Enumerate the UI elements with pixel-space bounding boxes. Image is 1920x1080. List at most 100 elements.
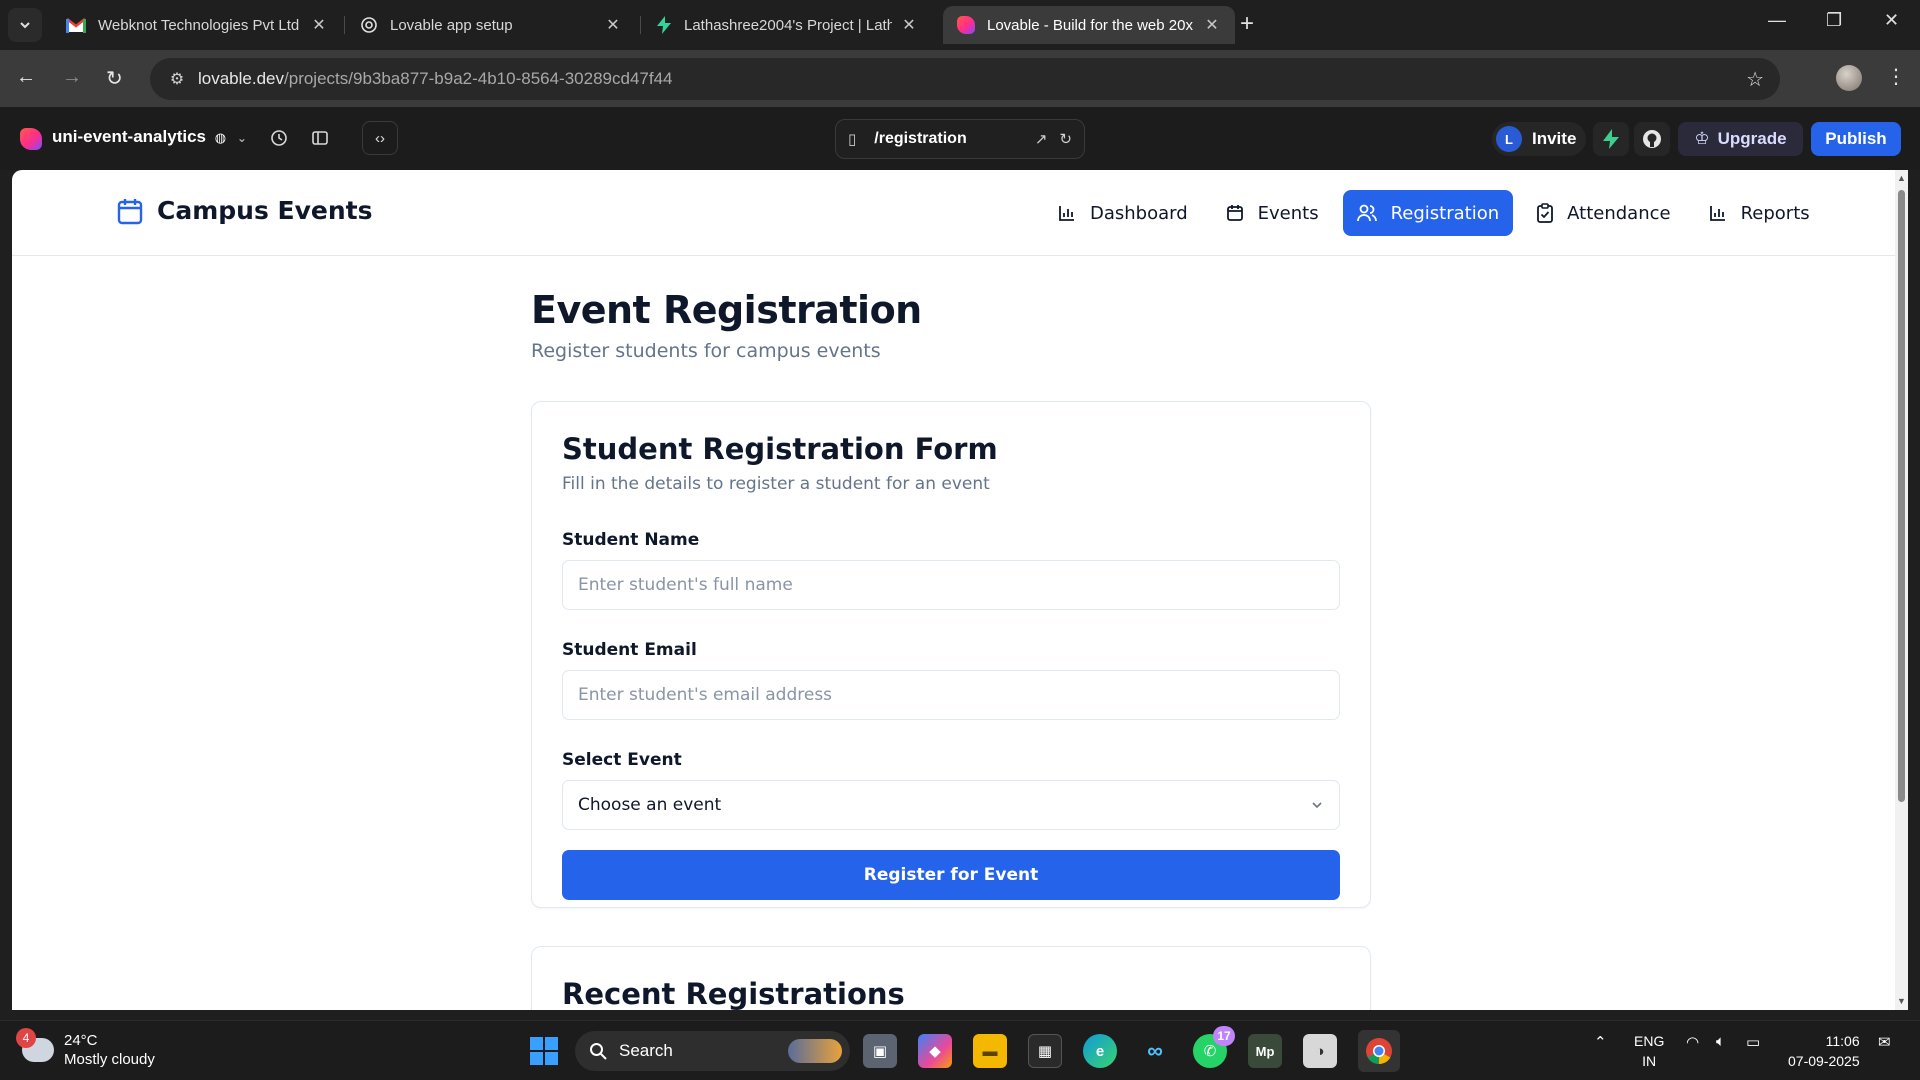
scroll-up-icon[interactable]: ▲: [1897, 173, 1906, 183]
calendar-icon: [1226, 205, 1243, 221]
back-icon[interactable]: ←: [16, 66, 36, 89]
weather-widget[interactable]: 4 24°C Mostly cloudy: [16, 1028, 155, 1069]
browser-tab-lovable-active[interactable]: Lovable - Build for the web 20x ✕: [943, 6, 1235, 44]
user-avatar: L: [1496, 126, 1522, 152]
close-icon[interactable]: ✕: [1203, 15, 1221, 35]
browser-menu-icon[interactable]: ⋮: [1886, 64, 1906, 89]
event-select[interactable]: Choose an event: [562, 780, 1340, 830]
recent-registrations-card: Recent Registrations: [531, 946, 1371, 1010]
close-icon[interactable]: ✕: [900, 15, 918, 35]
browser-tab-gmail[interactable]: Webknot Technologies Pvt Ltd ( ✕: [52, 6, 342, 44]
student-name-input[interactable]: Enter student's full name: [562, 560, 1340, 610]
preview-route-bar[interactable]: ▯ /registration ↗ ↻: [835, 119, 1085, 159]
mp-app-icon[interactable]: Mp: [1248, 1034, 1282, 1068]
bar-chart-icon: [1709, 206, 1725, 221]
new-tab-button[interactable]: +: [1240, 12, 1254, 36]
browser-tab-bolt-project[interactable]: Lathashree2004's Project | Latha ✕: [642, 6, 932, 44]
search-highlight-icon: [788, 1039, 842, 1063]
globe-icon: ◍: [214, 130, 227, 145]
student-email-label: Student Email: [562, 640, 697, 660]
lang-bottom: IN: [1642, 1053, 1657, 1069]
supabase-button[interactable]: [1593, 122, 1629, 156]
show-hidden-icons-icon[interactable]: ⌃: [1594, 1033, 1607, 1051]
nav-dashboard[interactable]: Dashboard: [1044, 190, 1202, 236]
close-icon[interactable]: ✕: [310, 15, 328, 35]
scroll-down-icon[interactable]: ▼: [1897, 996, 1906, 1006]
refresh-preview-icon[interactable]: ↻: [1059, 130, 1072, 148]
sidebar-toggle-icon[interactable]: [311, 129, 329, 152]
publish-button[interactable]: Publish: [1811, 122, 1901, 156]
register-button-label: Register for Event: [863, 865, 1039, 885]
copilot-icon[interactable]: ◆: [918, 1034, 952, 1068]
taskbar-search[interactable]: Search: [575, 1031, 850, 1071]
windows-taskbar: 4 24°C Mostly cloudy Search ▣ ◆ ▬ ▦ e ∞ …: [0, 1020, 1920, 1080]
forward-icon[interactable]: →: [62, 66, 82, 89]
code-view-button[interactable]: ‹›: [362, 121, 398, 155]
minimize-icon[interactable]: —: [1768, 10, 1786, 31]
nav-reports[interactable]: Reports: [1695, 190, 1824, 236]
github-icon: [1643, 130, 1661, 148]
clipboard-check-icon: [1537, 203, 1554, 223]
clock-date: 07-09-2025: [1788, 1053, 1860, 1069]
battery-icon[interactable]: ▭: [1746, 1033, 1760, 1051]
chevron-down-icon: ⌄: [236, 131, 247, 145]
tab-title: Lovable - Build for the web 20x: [987, 16, 1193, 34]
form-title: Student Registration Form: [562, 432, 998, 466]
search-icon: [590, 1043, 607, 1060]
openai-icon: [361, 17, 377, 33]
profile-avatar[interactable]: [1836, 65, 1862, 91]
register-button[interactable]: Register for Event: [562, 850, 1340, 900]
tab-divider: [344, 16, 345, 34]
app-icon[interactable]: ◑: [1303, 1034, 1337, 1068]
restore-icon[interactable]: ❐: [1826, 10, 1842, 31]
project-name[interactable]: uni-event-analytics ◍ ⌄: [52, 127, 247, 147]
windows-start-icon[interactable]: [527, 1034, 561, 1068]
preview-scrollbar[interactable]: ▲ ▼: [1895, 170, 1908, 1010]
tab-title: Webknot Technologies Pvt Ltd (: [98, 16, 302, 34]
scrollbar-thumb[interactable]: [1898, 190, 1905, 802]
browser-tab-strip: Webknot Technologies Pvt Ltd ( ✕ Lovable…: [0, 0, 1920, 50]
wifi-icon[interactable]: ◠: [1686, 1033, 1699, 1051]
crown-icon: ♔: [1694, 129, 1710, 148]
nav-registration[interactable]: Registration: [1342, 190, 1514, 236]
chrome-icon[interactable]: [1358, 1030, 1400, 1072]
book-open-icon: ▯: [848, 131, 857, 148]
close-window-icon[interactable]: ✕: [1884, 10, 1899, 31]
site-info-icon[interactable]: ⚙: [156, 69, 198, 89]
tab-title: Lathashree2004's Project | Latha: [684, 16, 892, 34]
form-subtitle: Fill in the details to register a studen…: [562, 474, 990, 494]
student-email-input[interactable]: Enter student's email address: [562, 670, 1340, 720]
whatsapp-icon[interactable]: ✆ 17: [1193, 1026, 1235, 1068]
publish-label: Publish: [1825, 129, 1887, 148]
whatsapp-badge: 17: [1213, 1026, 1235, 1046]
nav-attendance[interactable]: Attendance: [1523, 190, 1684, 236]
history-icon[interactable]: [270, 129, 288, 152]
bookmark-star-icon[interactable]: ☆: [1746, 67, 1764, 92]
microsoft-store-icon[interactable]: ▦: [1028, 1034, 1062, 1068]
brand[interactable]: Campus Events: [117, 196, 373, 225]
file-explorer-icon[interactable]: ▬: [973, 1034, 1007, 1068]
notifications-icon[interactable]: ✉: [1878, 1033, 1891, 1051]
tab-search-button[interactable]: [8, 8, 42, 42]
open-external-icon[interactable]: ↗: [1035, 130, 1048, 148]
weather-text: 24°C Mostly cloudy: [64, 1031, 155, 1069]
browser-tab-lovable-setup[interactable]: Lovable app setup ✕: [346, 6, 636, 44]
infinity-app-icon[interactable]: ∞: [1138, 1034, 1172, 1068]
url-bar[interactable]: ⚙ lovable.dev/projects/9b3ba877-b9a2-4b1…: [150, 58, 1780, 100]
close-icon[interactable]: ✕: [604, 15, 622, 35]
upgrade-button[interactable]: ♔ Upgrade: [1678, 122, 1803, 156]
github-button[interactable]: [1634, 122, 1670, 156]
lovable-logo-icon[interactable]: [20, 128, 42, 150]
edge-icon[interactable]: e: [1083, 1034, 1117, 1068]
reload-icon[interactable]: ↻: [106, 66, 123, 91]
search-label: Search: [619, 1041, 673, 1060]
invite-button[interactable]: L Invite: [1492, 122, 1587, 156]
clock[interactable]: 11:06 07-09-2025: [1788, 1031, 1860, 1071]
nav-events[interactable]: Events: [1212, 190, 1333, 236]
task-view-icon[interactable]: ▣: [863, 1034, 897, 1068]
calendar-icon: [117, 198, 143, 224]
upgrade-label: Upgrade: [1717, 129, 1787, 148]
student-name-placeholder: Enter student's full name: [578, 575, 793, 595]
volume-icon[interactable]: 🔈︎: [1716, 1033, 1725, 1050]
language-indicator[interactable]: ENG IN: [1634, 1031, 1664, 1071]
